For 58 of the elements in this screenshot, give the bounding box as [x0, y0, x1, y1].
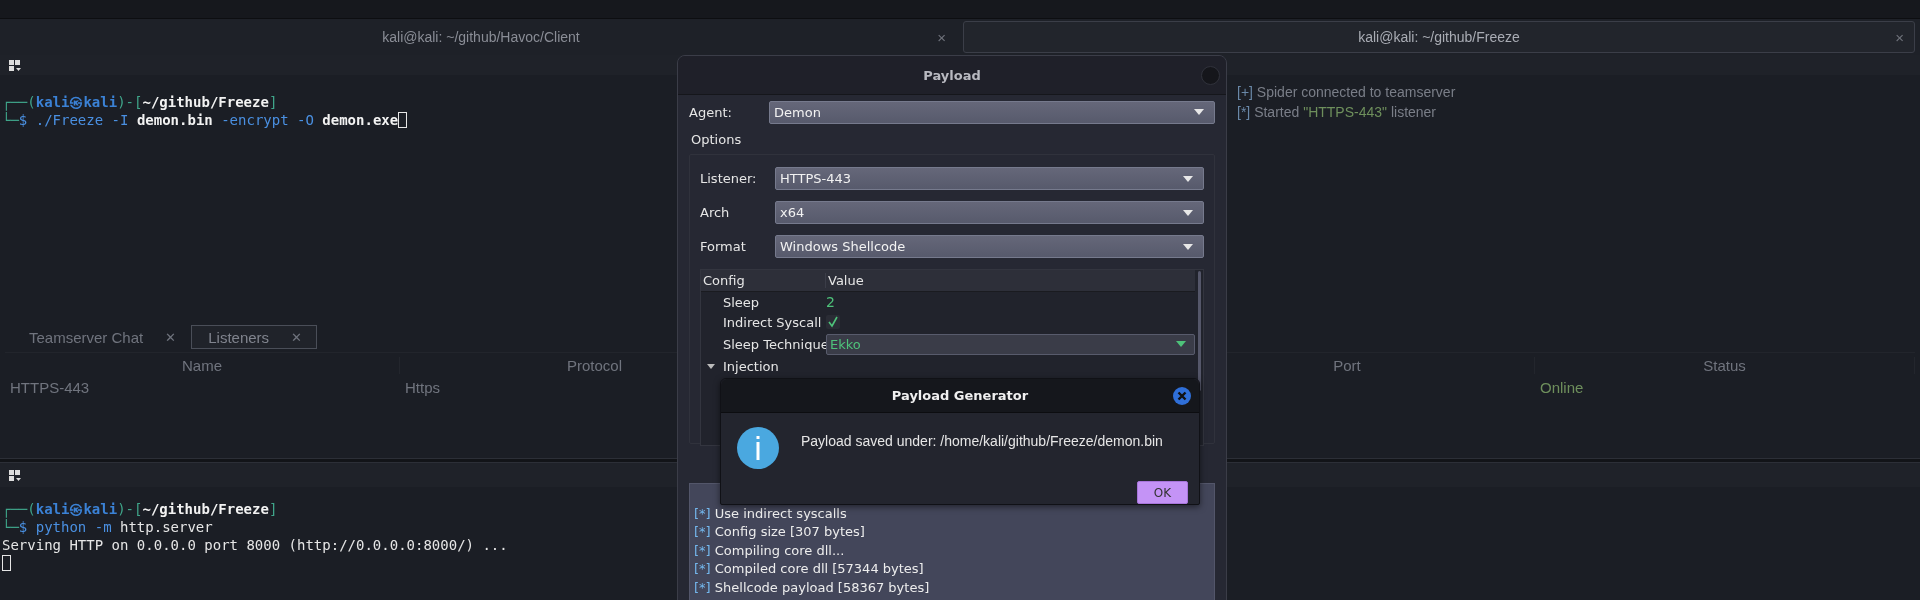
close-tab-button[interactable]: ×	[937, 28, 946, 46]
caret-icon	[1183, 243, 1193, 250]
config-value[interactable]: 2	[826, 294, 835, 310]
caret-icon	[1194, 109, 1204, 115]
info-icon	[737, 427, 779, 469]
config-name: Indirect Syscall	[723, 314, 823, 330]
panel-tab[interactable]: Listeners ✕	[191, 325, 318, 349]
dropdown[interactable]: Windows Shellcode	[775, 235, 1204, 258]
close-icon[interactable]	[1173, 386, 1191, 405]
field-label: Agent:	[689, 104, 733, 120]
caret-icon	[1176, 341, 1186, 347]
close-tab-button[interactable]: ×	[1895, 28, 1904, 46]
field-label: Format	[700, 239, 747, 254]
dropdown[interactable]: HTTPS-443	[775, 167, 1204, 190]
field-label: Arch	[700, 205, 731, 220]
log-line: [+] Spider connected to teamserver	[1237, 83, 1456, 102]
terminal-tab[interactable]: kali@kali: ~/github/Freeze ×	[963, 21, 1915, 53]
field-label: Listener:	[700, 171, 758, 186]
split-menu-icon[interactable]	[8, 469, 22, 483]
dialog-title: Payload Generator	[891, 388, 1029, 403]
terminal-cursor	[2, 555, 11, 571]
agent-dropdown[interactable]: Demon	[769, 100, 1215, 124]
message-text: Payload saved under: /home/kali/github/Freeze/demon.bin	[801, 433, 1163, 449]
terminal-line: ┌──(kali㉿kali)-[~/github/Freeze]	[1, 93, 278, 111]
terminal-line: ┌──(kali㉿kali)-[~/github/Freeze]	[1, 500, 278, 518]
caret-icon	[1183, 175, 1193, 182]
close-tab-button[interactable]: ✕	[165, 329, 177, 345]
log-line: [*] Compiling core dll...	[694, 541, 846, 560]
terminal-cursor	[398, 112, 408, 128]
log-line: [*] Compiled core dll [57344 bytes]	[694, 560, 925, 578]
terminal-line: └─$ python -m http.server	[1, 518, 213, 536]
expand-arrow-icon[interactable]	[707, 362, 715, 370]
log-line: [*] Shellcode payload [58367 bytes]	[694, 578, 931, 597]
caret-icon	[1183, 209, 1193, 216]
close-tab-button[interactable]: ✕	[291, 329, 303, 345]
ok-button[interactable]: OK	[1137, 481, 1188, 504]
config-name: Sleep	[723, 294, 761, 310]
checkbox[interactable]	[826, 315, 840, 329]
dropdown[interactable]: Ekko	[826, 333, 1195, 355]
table-cell-text: Https	[404, 379, 441, 396]
panel-tab[interactable]: Teamserver Chat ✕	[12, 325, 192, 349]
table-cell-text: HTTPS-443	[9, 379, 91, 396]
group-title: Options	[690, 132, 743, 149]
terminal-line: └─$ ./Freeze -I demon.bin -encrypt -O demon.exe	[0, 111, 408, 129]
column-header: Status	[1535, 356, 1915, 374]
split-menu-icon[interactable]	[8, 59, 22, 73]
log-line: [*] Config size [307 bytes]	[694, 523, 866, 541]
dropdown[interactable]: x64	[775, 201, 1204, 224]
column-header: Name	[5, 356, 400, 374]
config-name: Sleep Technique	[723, 336, 826, 352]
log-line: [*] Use indirect syscalls	[694, 504, 848, 523]
terminal-line: Serving HTTP on 0.0.0.0 port 8000 (http://0.0.0.0:8000/) ...	[1, 536, 508, 554]
dialog-title: Payload	[923, 67, 981, 83]
column-header: Value	[827, 273, 865, 288]
terminal-tab[interactable]: kali@kali: ~/github/Havoc/Client ×	[5, 21, 957, 53]
log-line: [*] Started "HTTPS-443" listener	[1237, 103, 1437, 122]
column-header: Config	[701, 273, 826, 288]
table-cell-text: Online	[1539, 379, 1585, 396]
